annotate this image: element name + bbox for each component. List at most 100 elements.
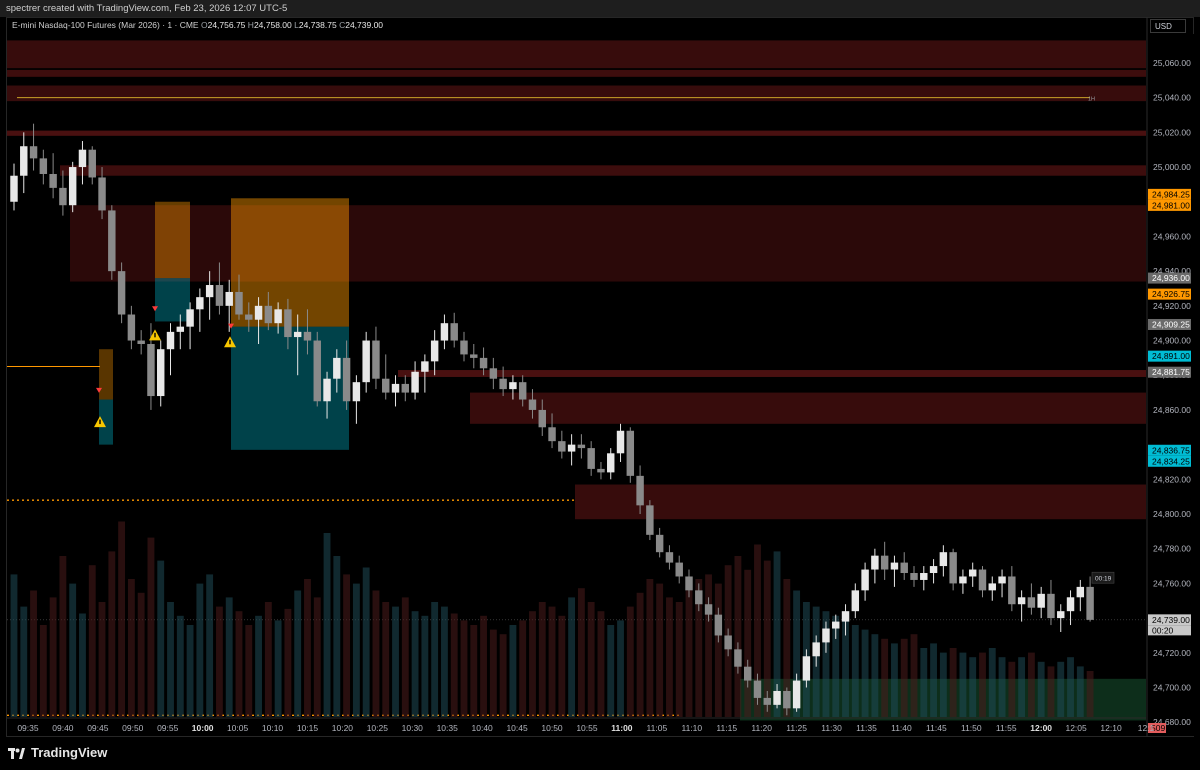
candle-body[interactable] (215, 285, 224, 306)
candle-body[interactable] (29, 146, 38, 159)
candle-body[interactable] (1076, 586, 1085, 598)
candle-body[interactable] (147, 344, 155, 397)
candle-body[interactable] (636, 475, 644, 506)
candle-body[interactable] (753, 680, 762, 698)
candle-body[interactable] (607, 453, 615, 473)
candle-body[interactable] (714, 614, 723, 636)
symbol-name[interactable]: E-mini Nasdaq-100 Futures (Mar 2026) · 1… (12, 20, 199, 30)
candle-body[interactable] (186, 309, 194, 327)
candle-body[interactable] (303, 331, 312, 341)
candle-body[interactable] (675, 562, 683, 577)
candle-body[interactable] (323, 378, 331, 402)
candle-body[interactable] (137, 340, 145, 345)
candle-body[interactable] (597, 468, 605, 473)
candle-body[interactable] (470, 354, 478, 358)
candle-body[interactable] (78, 149, 87, 168)
candle-body[interactable] (861, 569, 869, 591)
candle-body[interactable] (802, 656, 811, 681)
candle-body[interactable] (655, 534, 664, 553)
candle-body[interactable] (264, 305, 273, 324)
position-tool-box[interactable] (155, 201, 190, 279)
candle-body[interactable] (988, 583, 996, 591)
candle-body[interactable] (489, 368, 498, 379)
candle-body[interactable] (274, 309, 282, 324)
candle-body[interactable] (254, 305, 263, 320)
candle-body[interactable] (1037, 593, 1045, 608)
candle-body[interactable] (1086, 586, 1094, 620)
candle-body[interactable] (959, 576, 967, 584)
candle-body[interactable] (558, 441, 566, 452)
candle-body[interactable] (450, 323, 458, 341)
candle-body[interactable] (20, 146, 28, 176)
candlestick-chart[interactable]: 1H 25,060.00 25,040.00 25,020.00 25,000.00 24… (0, 0, 1200, 770)
candle-body[interactable] (910, 573, 918, 580)
candle-body[interactable] (577, 444, 586, 449)
candle-body[interactable] (88, 149, 96, 178)
candle-body[interactable] (10, 175, 18, 202)
candle-body[interactable] (1047, 593, 1055, 619)
candle-body[interactable] (792, 680, 801, 709)
candle-body[interactable] (166, 331, 175, 350)
candle-body[interactable] (39, 158, 48, 174)
candle-body[interactable] (871, 555, 879, 570)
candle-body[interactable] (587, 448, 595, 469)
candle-body[interactable] (929, 566, 938, 574)
candle-body[interactable] (773, 690, 781, 705)
candle-body[interactable] (920, 573, 928, 580)
candle-body[interactable] (616, 430, 625, 454)
candle-body[interactable] (391, 383, 400, 393)
candle-body[interactable] (968, 569, 977, 577)
candle-body[interactable] (626, 430, 635, 476)
candle-body[interactable] (998, 576, 1006, 584)
candle-body[interactable] (743, 666, 752, 681)
candle-body[interactable] (538, 409, 546, 428)
candle-body[interactable] (518, 382, 527, 400)
position-tool-box[interactable] (99, 349, 113, 400)
candle-body[interactable] (949, 552, 957, 584)
candle-body[interactable] (108, 210, 116, 272)
candle-body[interactable] (342, 357, 351, 402)
candle-body[interactable] (284, 309, 292, 338)
candle-body[interactable] (509, 382, 517, 390)
candle-body[interactable] (362, 340, 370, 383)
candle-body[interactable] (704, 604, 713, 615)
candle-body[interactable] (528, 399, 537, 410)
candle-body[interactable] (352, 382, 361, 402)
candle-body[interactable] (763, 697, 771, 705)
candle-body[interactable] (548, 427, 556, 442)
candle-body[interactable] (880, 555, 889, 570)
candle-body[interactable] (499, 378, 507, 390)
candle-body[interactable] (460, 340, 468, 355)
candle-body[interactable] (695, 590, 703, 605)
candle-body[interactable] (235, 291, 243, 315)
candle-body[interactable] (401, 383, 410, 393)
candle-body[interactable] (49, 173, 57, 188)
candle-body[interactable] (646, 505, 654, 535)
candle-body[interactable] (59, 187, 67, 206)
position-tool-box[interactable] (155, 278, 190, 322)
candle-body[interactable] (734, 649, 742, 667)
candle-body[interactable] (939, 552, 948, 567)
candle-body[interactable] (685, 576, 693, 591)
candle-body[interactable] (440, 323, 449, 341)
candle-body[interactable] (841, 611, 850, 622)
candle-body[interactable] (117, 271, 126, 315)
candle-body[interactable] (851, 590, 860, 612)
candle-body[interactable] (1066, 597, 1075, 612)
position-tool-box[interactable] (231, 326, 349, 450)
candle-body[interactable] (900, 562, 908, 574)
tradingview-logo[interactable]: TradingView (8, 745, 107, 760)
candle-body[interactable] (68, 167, 77, 206)
candle-body[interactable] (225, 291, 233, 306)
candle-body[interactable] (665, 552, 674, 563)
candle-body[interactable] (724, 635, 732, 650)
candle-body[interactable] (812, 642, 820, 657)
currency-selector[interactable]: USD (1150, 19, 1186, 33)
candle-body[interactable] (157, 349, 165, 397)
candle-body[interactable] (978, 569, 987, 591)
candle-body[interactable] (196, 297, 204, 310)
candle-body[interactable] (411, 371, 419, 393)
candle-body[interactable] (293, 331, 302, 338)
candle-body[interactable] (832, 621, 840, 629)
candle-body[interactable] (479, 357, 488, 369)
